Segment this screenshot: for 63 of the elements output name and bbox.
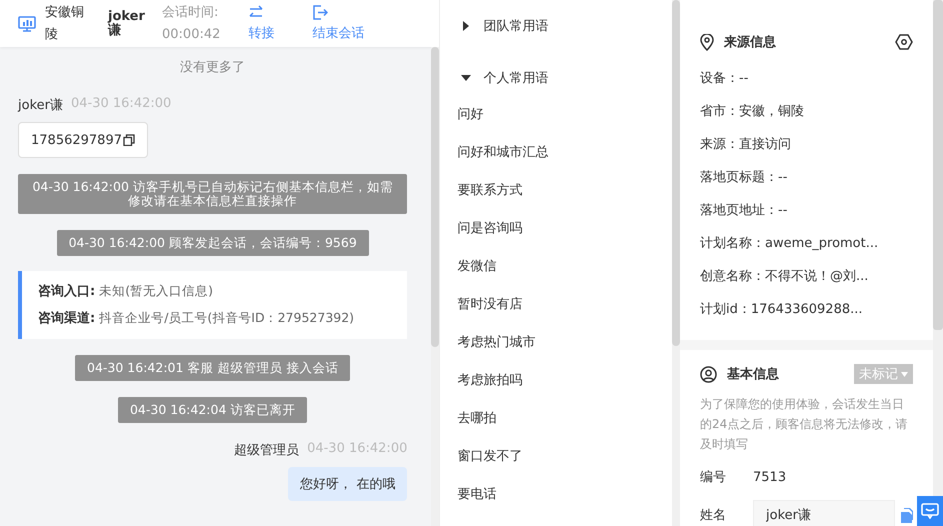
source-info-row-text: 计划名称：aweme_promot... [700,235,880,253]
source-info-row-text: 落地页标题：-- [700,169,788,187]
source-info-row-text: 省市：安徽，铜陵 [700,103,805,121]
phrase-item[interactable]: 去哪拍 [457,400,672,438]
phrase-item[interactable]: 考虑旅拍吗 [457,362,672,400]
phrase-item[interactable]: 窗口发不了 [457,438,672,476]
system-message: 04-30 16:42:00 顾客发起会话，会话编号：9569 [56,230,369,256]
caret-right-icon [461,21,472,31]
phrase-item[interactable]: 发微信 [457,248,672,286]
source-info-row-text: 创意名称：不得不说！@刘... [700,268,870,286]
notice-text: 为了保障您的使用体验，会话发生当日的24点之后，顾客信息将无法修改，请及时填写 [700,396,908,453]
location-text: 安徽铜陵 [45,4,85,44]
info-label: 咨询入口: [38,284,96,299]
source-info-row-text: 计划id：176433609288... [700,301,864,319]
phrase-item[interactable]: 问好 [457,96,672,134]
monitor-icon [18,16,36,32]
phrase-item[interactable]: 要电话 [457,476,672,514]
info-value: 未知(暂无入口信息) [99,283,213,298]
field-label: 编号 [700,469,727,486]
section-title: 基本信息 [727,366,780,383]
scrollbar-thumb[interactable] [933,0,943,330]
phrase-item[interactable]: 考虑热门城市 [457,324,672,362]
phrase-item[interactable]: 问好和城市汇总 [457,134,672,172]
system-message: 04-30 16:42:00 访客手机号已自动标记右侧基本信息栏，如需修改请在基本信息栏直接操作 [18,174,408,214]
source-info-row-text: 设备：-- [700,70,750,88]
session-time: 00:00:42 [162,26,220,44]
message-bubble: 17856297897 [18,122,148,158]
message-time: 04-30 16:42:00 [70,96,172,113]
chat-float-button[interactable] [917,496,943,526]
caret-down-icon [461,73,472,83]
source-info-row-text: 来源：直接访问 [700,136,792,154]
phrase-group[interactable]: 个人常用语 [457,60,672,96]
copy-icon [900,508,913,522]
settings-icon [895,34,913,50]
visitor-name: joker谦 [108,10,144,38]
sender-name: 超级管理员 [234,442,300,459]
source-info-row-text: 落地页地址：-- [700,202,788,220]
phrase-item[interactable]: 问是咨询吗 [457,210,672,248]
message-bubble: 您好呀， 在的哦 [288,467,408,501]
system-message: 04-30 16:42:04 访客已离开 [118,397,308,423]
phrase-group[interactable]: 团队常用语 [457,8,672,44]
info-value: 抖音企业号/员工号(抖音号ID：279527392) [99,310,354,325]
phrase-item[interactable]: 要联系方式 [457,172,672,210]
no-more-text: 没有更多了 [179,59,246,76]
exit-icon [312,5,328,20]
info-label: 咨询渠道: [38,311,96,326]
system-message: 04-30 16:42:01 客服 超级管理员 接入会话 [75,355,350,381]
user-circle-icon [700,366,717,382]
message-time: 04-30 16:42:00 [307,441,408,458]
copy-icon [122,134,135,146]
sender-name: joker谦 [18,97,63,114]
field-value: 7513 [753,470,786,484]
scrollbar-thumb[interactable] [672,0,680,346]
scrollbar-thumb[interactable] [431,47,440,347]
swap-arrows-icon [248,5,264,20]
location-pin-icon [700,34,714,50]
chat-bubble-icon [921,503,939,519]
phrase-item[interactable]: 暂时没有店 [457,286,672,324]
section-title: 来源信息 [724,34,777,51]
field-label: 姓名 [700,507,727,524]
session-time-label: 会话时间: [162,4,220,22]
caret-down-icon [901,372,908,376]
name-input[interactable]: joker谦 [753,500,895,526]
